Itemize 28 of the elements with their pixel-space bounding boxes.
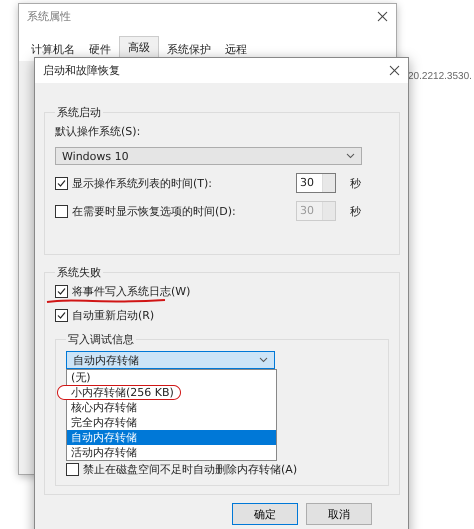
number-spinner[interactable]: 30 bbox=[296, 173, 336, 193]
field-label: 默认操作系统(S): bbox=[55, 124, 142, 139]
cancel-button[interactable]: 取消 bbox=[306, 503, 372, 525]
group-title: 系统启动 bbox=[56, 105, 102, 120]
background-text: 20.2212.3530. bbox=[408, 71, 472, 82]
group-title: 系统失败 bbox=[56, 265, 102, 280]
check-icon bbox=[57, 311, 66, 320]
close-icon[interactable] bbox=[389, 65, 400, 76]
checkbox[interactable]: 自动重新启动(R) bbox=[55, 308, 389, 323]
dropdown-option[interactable]: 自动内存转储 bbox=[67, 430, 276, 445]
os-dropdown[interactable]: Windows 10 bbox=[55, 147, 362, 165]
unit-label: 秒 bbox=[350, 176, 361, 190]
checkbox[interactable]: 在需要时显示恢复选项的时间(D): bbox=[55, 204, 236, 218]
checkbox[interactable]: 将事件写入系统日志(W) bbox=[55, 284, 389, 299]
checkbox[interactable]: 禁止在磁盘空间不足时自动删除内存转储(A) bbox=[66, 462, 378, 477]
window-title: 系统属性 bbox=[27, 9, 71, 24]
check-icon bbox=[57, 287, 66, 296]
dropdown-option[interactable]: 小内存转储(256 KB) bbox=[57, 385, 181, 400]
check-icon bbox=[57, 178, 66, 188]
unit-label: 秒 bbox=[350, 204, 361, 218]
close-icon[interactable] bbox=[377, 11, 388, 22]
group-title: 写入调试信息 bbox=[67, 332, 135, 347]
ok-button[interactable]: 确定 bbox=[232, 503, 298, 525]
dialog-title: 启动和故障恢复 bbox=[43, 63, 120, 78]
dump-dropdown[interactable]: 自动内存转储 bbox=[66, 351, 275, 369]
chevron-icon bbox=[259, 357, 268, 363]
checkbox[interactable]: 显示操作系统列表的时间(T): bbox=[55, 176, 212, 190]
chevron-icon bbox=[346, 153, 355, 159]
